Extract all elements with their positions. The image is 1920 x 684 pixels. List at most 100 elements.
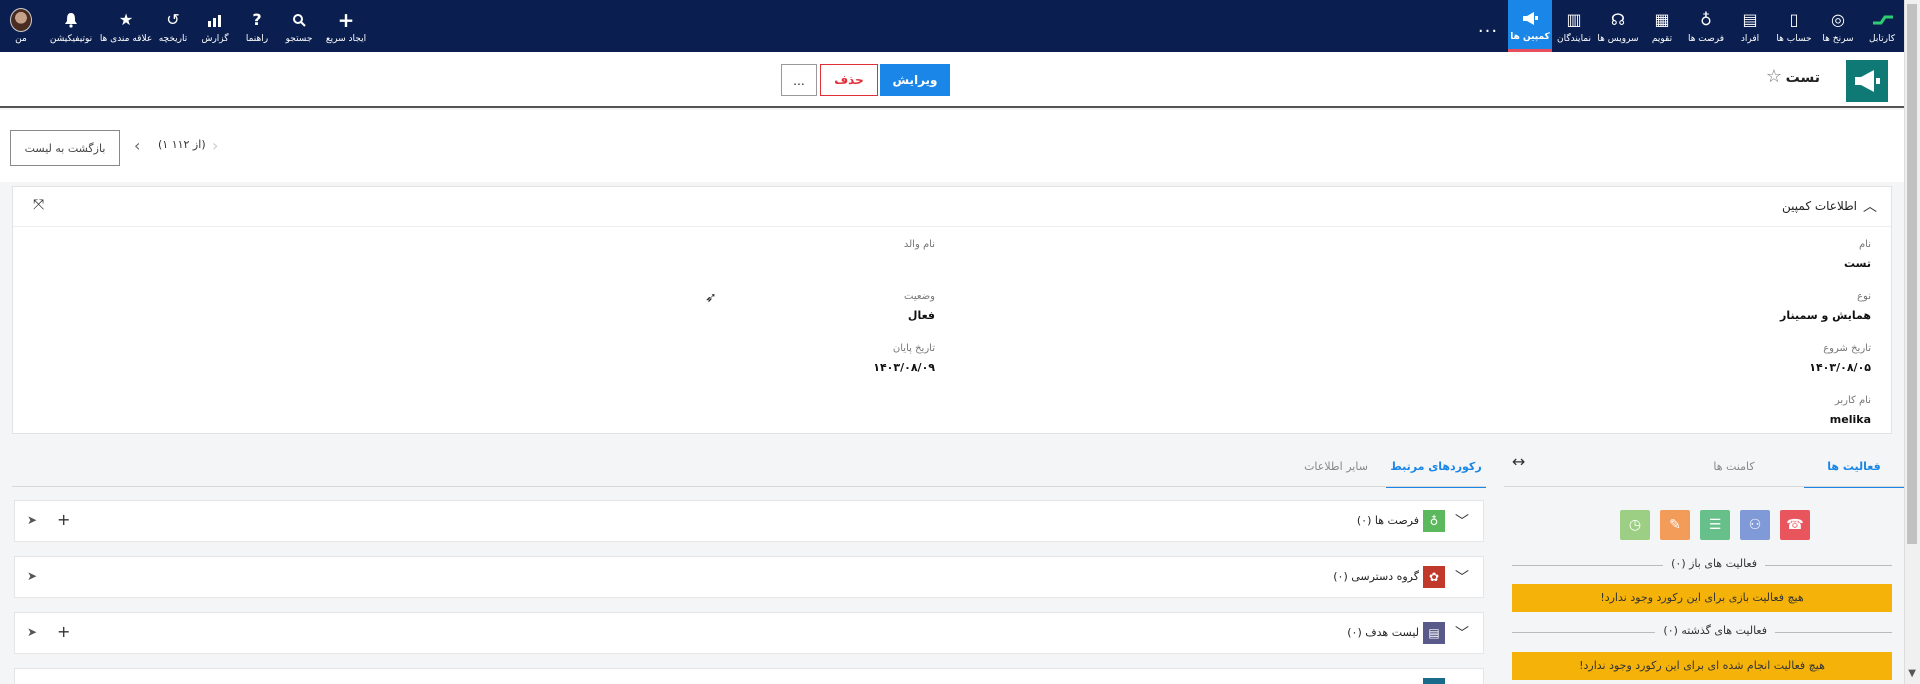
nav-label: کمپین ها <box>1510 32 1550 42</box>
nav-agents[interactable]: ▥ نمایندگان <box>1552 0 1596 52</box>
nav-label: من <box>15 33 27 44</box>
expand-icon[interactable]: ⤧ <box>33 197 44 213</box>
past-activities-title: فعالیت های گذشته (۰) <box>1655 624 1775 637</box>
lightbulb-icon: ♁ <box>1423 510 1445 532</box>
dashboard-icon <box>1871 9 1893 31</box>
nav-label: نمایندگان <box>1556 33 1592 44</box>
nav-help[interactable]: ? راهنما <box>236 0 278 52</box>
phone-icon[interactable]: ☎ <box>1780 510 1810 540</box>
nav-history[interactable]: ↺ تاریخچه <box>152 0 194 52</box>
avatar <box>10 7 32 32</box>
name-label: نام <box>1858 239 1871 250</box>
activity-type-icons: ☎ ⚇ ☰ ✎ ◷ <box>1620 510 1810 540</box>
nav-favorites[interactable]: ★ علاقه مندی ها <box>100 0 152 52</box>
nav-calendar[interactable]: ▦ تقویم <box>1640 0 1684 52</box>
past-activities-notice: هیچ فعالیت انجام شده ای برای این رکورد و… <box>1512 652 1892 680</box>
nav-quick-create[interactable]: + ایجاد سریع <box>320 0 372 52</box>
vertical-scrollbar[interactable]: ▼ <box>1904 0 1920 684</box>
swap-horizontal-icon[interactable]: ↔ <box>1512 452 1525 471</box>
record-pager: بازگشت به لیست ‹ (۱ از ۱۱۲) › <box>0 110 1904 182</box>
record-title: تست <box>1785 70 1820 86</box>
tab-comments[interactable]: کامنت ها <box>1684 448 1784 488</box>
nav-reports[interactable]: گزارش <box>194 0 236 52</box>
scrollbar-thumb[interactable] <box>1907 4 1917 544</box>
delete-button[interactable]: حذف <box>820 64 878 96</box>
chevron-down-icon[interactable]: ﹀ <box>1455 567 1469 587</box>
tab-related-records[interactable]: رکوردهای مرتبط <box>1386 448 1486 488</box>
headset-icon: ☊ <box>1610 10 1626 29</box>
tab-other-info[interactable]: سایر اطلاعات <box>1286 448 1386 488</box>
nav-label: علاقه مندی ها <box>99 33 153 44</box>
nav-search[interactable]: جستجو <box>278 0 320 52</box>
note-edit-icon[interactable]: ✎ <box>1660 510 1690 540</box>
pointer-icon[interactable]: ➤ <box>27 569 37 583</box>
search-icon <box>288 9 310 31</box>
name-value: تست <box>1844 257 1871 270</box>
nav-accounts[interactable]: ▯ حساب ها <box>1772 0 1816 52</box>
meeting-icon[interactable]: ⚇ <box>1740 510 1770 540</box>
nav-campaigns[interactable]: کمپین ها <box>1508 0 1552 52</box>
nav-label: سرویس ها <box>1597 33 1639 44</box>
chevron-right-icon[interactable]: › <box>212 136 218 155</box>
start-date-value: ۱۴۰۳/۰۸/۰۵ <box>1809 361 1871 374</box>
chevron-up-icon[interactable]: ︿ <box>1863 196 1877 216</box>
parent-name-label: نام والد <box>903 239 935 250</box>
back-to-list-button[interactable]: بازگشت به لیست <box>10 130 120 166</box>
nav-label: ایجاد سریع <box>325 33 367 44</box>
star-icon: ★ <box>118 10 134 29</box>
campaign-icon <box>1846 60 1888 102</box>
plus-icon[interactable]: + <box>57 510 70 529</box>
nav-leads[interactable]: ◎ سرنخ ها <box>1816 0 1860 52</box>
pager-count: (۱ از ۱۱۲) <box>158 138 206 151</box>
nav-contacts[interactable]: ▤ افراد <box>1728 0 1772 52</box>
related-tabs: رکوردهای مرتبط سایر اطلاعات <box>12 448 1486 488</box>
type-value: همایش و سمینار <box>1780 309 1871 322</box>
help-icon: ? <box>252 10 262 29</box>
more-actions-button[interactable]: ... <box>781 64 817 96</box>
nav-label: گزارش <box>201 33 229 44</box>
contact-card-icon: ▤ <box>1742 10 1758 29</box>
related-row-partial[interactable] <box>14 668 1484 684</box>
related-title: فرصت ها (۰) <box>1356 514 1419 527</box>
bell-icon <box>60 9 82 31</box>
nav-opportunities[interactable]: ♁ فرصت ها <box>1684 0 1728 52</box>
divider <box>1504 486 1904 487</box>
nav-label: راهنما <box>245 33 269 44</box>
start-date-label: تاریخ شروع <box>1823 343 1871 354</box>
end-date-label: تاریخ پایان <box>892 343 935 354</box>
agents-icon: ▥ <box>1566 10 1582 29</box>
nav-profile[interactable]: من <box>0 0 42 52</box>
task-list-icon[interactable]: ☰ <box>1700 510 1730 540</box>
chevron-left-icon[interactable]: ‹ <box>134 136 140 155</box>
chevron-down-icon[interactable]: ﹀ <box>1455 511 1469 531</box>
related-title: گروه دسترسی (۰) <box>1333 570 1419 583</box>
nav-label: سرنخ ها <box>1822 33 1854 44</box>
scroll-down-icon[interactable]: ▼ <box>1908 668 1916 679</box>
chevron-down-icon[interactable]: ﹀ <box>1455 623 1469 643</box>
list-icon <box>1423 678 1445 684</box>
edit-button[interactable]: ویرایش <box>880 64 950 96</box>
top-navbar: کارتابل ◎ سرنخ ها ▯ حساب ها ▤ افراد ♁ فر… <box>0 0 1904 52</box>
related-access-group-row[interactable]: ﹀ ✿ گروه دسترسی (۰) ➤ <box>14 556 1484 598</box>
lightbulb-icon: ♁ <box>1700 10 1712 29</box>
pointer-icon[interactable]: ➤ <box>27 625 37 639</box>
plus-icon[interactable]: + <box>57 622 70 641</box>
open-activities-title: فعالیت های باز (۰) <box>1663 557 1765 570</box>
group-icon: ✿ <box>1423 566 1445 588</box>
favorite-star-icon[interactable]: ☆ <box>1766 66 1782 87</box>
building-icon: ▯ <box>1789 10 1799 29</box>
tab-activities[interactable]: فعالیت ها <box>1804 448 1904 488</box>
panel-header[interactable]: ︿ اطلاعات کمپین ⤧ <box>13 187 1891 227</box>
related-opportunities-row[interactable]: ﹀ ♁ فرصت ها (۰) ➤ + <box>14 500 1484 542</box>
clipboard-icon: ▤ <box>1423 622 1445 644</box>
related-target-list-row[interactable]: ﹀ ▤ لیست هدف (۰) ➤ + <box>14 612 1484 654</box>
panel-title: اطلاعات کمپین <box>1782 199 1857 213</box>
clock-icon[interactable]: ◷ <box>1620 510 1650 540</box>
nav-more-button[interactable]: ... <box>1468 0 1508 52</box>
nav-label: تاریخچه <box>158 33 188 44</box>
nav-services[interactable]: ☊ سرویس ها <box>1596 0 1640 52</box>
nav-label: فرصت ها <box>1687 33 1725 44</box>
pointer-icon[interactable]: ➤ <box>27 513 37 527</box>
nav-notifications[interactable]: نوتیفیکیشن <box>42 0 100 52</box>
nav-dashboard[interactable]: کارتابل <box>1860 0 1904 52</box>
